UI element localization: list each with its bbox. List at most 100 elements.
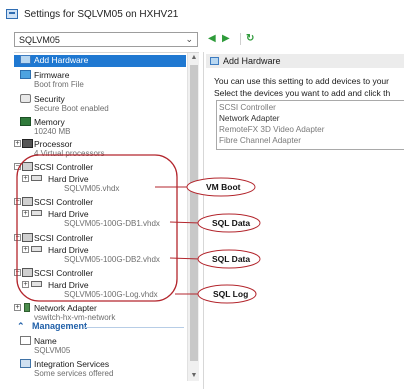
- forward-arrow-icon[interactable]: ▶: [222, 32, 230, 46]
- tree-item-sublabel: 10240 MB: [34, 127, 71, 136]
- firmware-icon: [20, 70, 31, 79]
- back-arrow-icon[interactable]: ◀: [208, 32, 216, 46]
- tree-item-scsi-controller-4[interactable]: − SCSI Controller: [14, 268, 186, 278]
- collapse-toggle-icon[interactable]: −: [14, 198, 21, 205]
- pane-instruction: Select the devices you want to add and c…: [214, 88, 391, 98]
- hard-drive-icon: [31, 281, 42, 287]
- navigation-toolbar: ◀ ▶ ↻: [205, 31, 295, 47]
- tree-item-memory[interactable]: Memory 10240 MB: [14, 117, 186, 137]
- processor-icon: [22, 139, 33, 148]
- refresh-icon[interactable]: ↻: [246, 32, 254, 46]
- collapse-toggle-icon[interactable]: −: [14, 269, 21, 276]
- vm-boot-callout: VM Boot: [206, 182, 241, 192]
- sql-data-1-callout: SQL Data: [212, 218, 251, 228]
- tree-item-label: Name: [34, 336, 57, 346]
- expand-toggle-icon[interactable]: +: [14, 304, 21, 311]
- collapse-toggle-icon[interactable]: −: [14, 163, 21, 170]
- tree-item-label: Hard Drive: [48, 245, 89, 255]
- tree-item-label: Add Hardware: [34, 55, 89, 65]
- tree-item-scsi-controller-1[interactable]: − SCSI Controller: [14, 162, 186, 172]
- collapse-double-chevron-icon: ⌃: [17, 321, 25, 331]
- scsi-controller-icon: [22, 268, 33, 277]
- device-list-item[interactable]: Network Adapter: [219, 114, 280, 123]
- tree-item-label: Hard Drive: [48, 280, 89, 290]
- tree-item-label: SCSI Controller: [34, 268, 94, 278]
- tree-item-integration-services[interactable]: Integration Services Some services offer…: [14, 359, 186, 379]
- hard-drive-icon: [31, 246, 42, 252]
- expand-toggle-icon[interactable]: +: [22, 246, 29, 253]
- pane-description: You can use this setting to add devices …: [214, 76, 389, 86]
- tree-item-label: Memory: [34, 117, 65, 127]
- tree-item-sublabel: Some services offered: [34, 369, 114, 378]
- tree-item-label: Security: [34, 94, 65, 104]
- memory-icon: [20, 117, 31, 126]
- integration-services-icon: [20, 359, 31, 368]
- device-list-item[interactable]: RemoteFX 3D Video Adapter: [219, 125, 324, 134]
- tree-item-label: SCSI Controller: [34, 233, 94, 243]
- tree-item-sublabel: SQLVM05-100G-DB2.vhdx: [64, 255, 160, 264]
- tree-item-firmware[interactable]: Firmware Boot from File: [14, 70, 186, 90]
- device-list-item[interactable]: SCSI Controller: [219, 103, 276, 112]
- add-hardware-icon: [210, 57, 219, 65]
- tree-item-sublabel: SQLVM05-100G-DB1.vhdx: [64, 219, 160, 228]
- expand-toggle-icon[interactable]: +: [22, 281, 29, 288]
- expand-toggle-icon[interactable]: +: [22, 210, 29, 217]
- scsi-controller-icon: [22, 162, 33, 171]
- tree-item-label: Hard Drive: [48, 209, 89, 219]
- toolbar-divider: [240, 33, 241, 45]
- pane-header: Add Hardware: [206, 54, 404, 68]
- device-list-item[interactable]: Fibre Channel Adapter: [219, 136, 301, 145]
- management-section-label: Management: [32, 321, 88, 331]
- title-bar: Settings for SQLVM05 on HXHV21: [0, 0, 404, 28]
- sql-data-2-callout: SQL Data: [212, 254, 251, 264]
- tree-item-processor[interactable]: + Processor 4 Virtual processors: [14, 139, 186, 159]
- tree-item-scsi-controller-3[interactable]: − SCSI Controller: [14, 233, 186, 243]
- scroll-up-arrow-icon[interactable]: ▲: [190, 54, 198, 62]
- tree-item-scsi-controller-2[interactable]: − SCSI Controller: [14, 197, 186, 207]
- scrollbar-thumb[interactable]: [190, 65, 198, 361]
- settings-app-icon: [6, 9, 18, 19]
- network-adapter-icon: [24, 303, 30, 312]
- management-section-header[interactable]: ⌃ Management: [14, 321, 186, 333]
- tree-item-label: Integration Services: [34, 359, 110, 369]
- device-list[interactable]: SCSI Controller Network Adapter RemoteFX…: [216, 100, 404, 150]
- tree-item-sublabel: Secure Boot enabled: [34, 104, 109, 113]
- tree-item-label: Processor: [34, 139, 73, 149]
- tree-item-label: Hard Drive: [48, 174, 89, 184]
- tree-item-sublabel: 4 Virtual processors: [34, 149, 105, 158]
- pane-title: Add Hardware: [223, 56, 281, 66]
- sql-log-callout: SQL Log: [213, 289, 249, 299]
- tree-item-hard-drive-3[interactable]: + Hard Drive SQLVM05-100G-DB2.vhdx: [14, 245, 186, 265]
- tree-item-hard-drive-2[interactable]: + Hard Drive SQLVM05-100G-DB1.vhdx: [14, 209, 186, 229]
- tree-item-label: SCSI Controller: [34, 197, 94, 207]
- tree-item-sublabel: Boot from File: [34, 80, 84, 89]
- collapse-toggle-icon[interactable]: −: [14, 234, 21, 241]
- shield-icon: [20, 94, 31, 103]
- tree-item-hard-drive-4[interactable]: + Hard Drive SQLVM05-100G-Log.vhdx: [14, 280, 186, 300]
- chevron-down-icon: ⌄: [185, 34, 193, 44]
- tree-item-name[interactable]: Name SQLVM05: [14, 336, 186, 356]
- vm-selector-value: SQLVM05: [19, 35, 60, 45]
- expand-toggle-icon[interactable]: +: [14, 140, 21, 147]
- window-title: Settings for SQLVM05 on HXHV21: [24, 9, 179, 20]
- tree-item-add-hardware[interactable]: Add Hardware: [14, 55, 186, 67]
- expand-toggle-icon[interactable]: +: [22, 175, 29, 182]
- tree-item-hard-drive-1[interactable]: + Hard Drive SQLVM05.vhdx: [14, 174, 186, 194]
- tree-item-network-adapter[interactable]: + Network Adapter vswitch-hx-vm-network: [14, 303, 186, 323]
- name-tag-icon: [20, 336, 31, 345]
- tree-item-label: Network Adapter: [34, 303, 97, 313]
- hardware-tree: Add Hardware Firmware Boot from File Sec…: [14, 52, 199, 381]
- scsi-controller-icon: [22, 197, 33, 206]
- tree-item-sublabel: SQLVM05.vhdx: [64, 184, 120, 193]
- tree-item-label: SCSI Controller: [34, 162, 94, 172]
- tree-item-sublabel: SQLVM05-100G-Log.vhdx: [64, 290, 158, 299]
- section-divider: [84, 327, 184, 328]
- vm-selector-dropdown[interactable]: SQLVM05 ⌄: [14, 32, 198, 47]
- scsi-controller-icon: [22, 233, 33, 242]
- tree-item-label: Firmware: [34, 70, 70, 80]
- tree-item-security[interactable]: Security Secure Boot enabled: [14, 94, 186, 114]
- add-hardware-icon: [20, 55, 31, 64]
- scroll-down-arrow-icon[interactable]: ▼: [190, 372, 198, 380]
- tree-scrollbar[interactable]: ▲ ▼: [187, 53, 199, 381]
- tree-item-sublabel: SQLVM05: [34, 346, 71, 355]
